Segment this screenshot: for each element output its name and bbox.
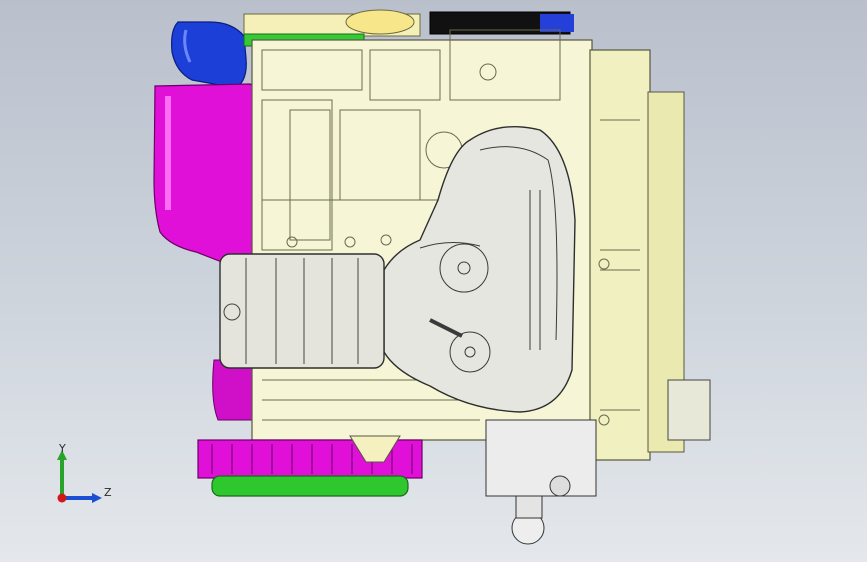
lower-fittings[interactable] xyxy=(485,419,597,545)
magenta-intake-box[interactable] xyxy=(153,83,257,421)
blue-air-duct[interactable] xyxy=(171,21,247,89)
z-axis-label: Z xyxy=(104,486,112,499)
y-axis-label: Y xyxy=(59,442,66,455)
engine-model[interactable] xyxy=(0,0,867,562)
flywheel-ring-gear[interactable] xyxy=(197,435,423,479)
right-side-cover[interactable] xyxy=(589,49,711,461)
cad-viewport[interactable]: Y Z xyxy=(0,0,867,562)
x-axis-dot xyxy=(57,493,67,503)
green-flywheel-plate[interactable] xyxy=(211,475,409,497)
